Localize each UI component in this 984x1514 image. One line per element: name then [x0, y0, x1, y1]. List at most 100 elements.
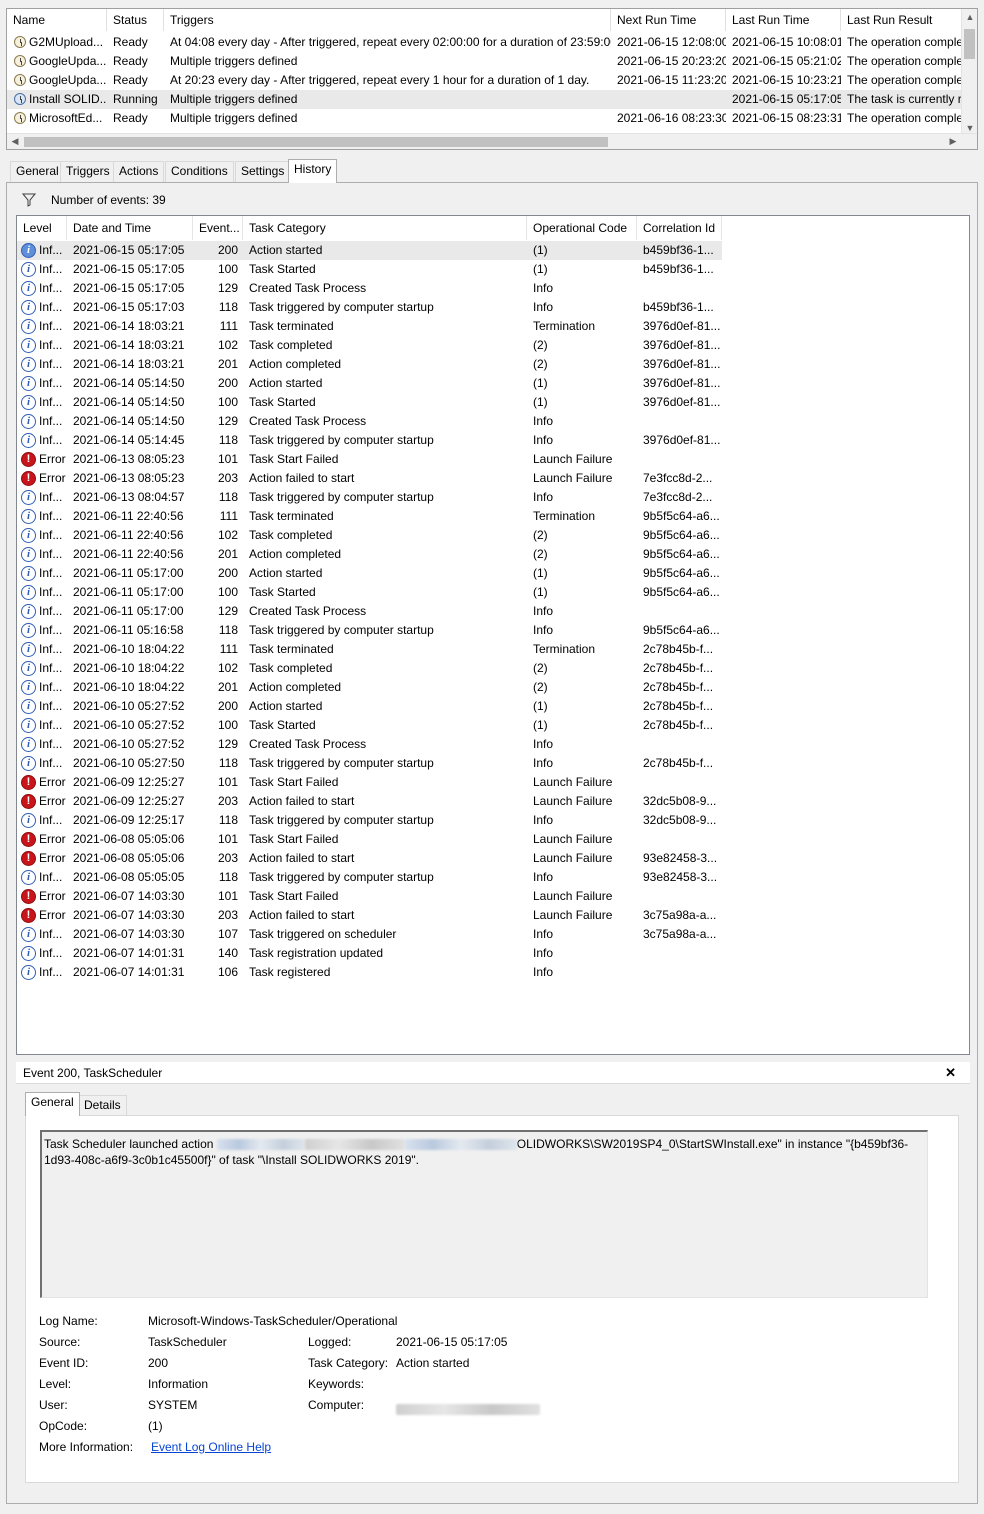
task-list-vertical-scrollbar[interactable]: ▲ ▼ — [961, 9, 977, 135]
info-icon: i — [21, 357, 36, 372]
task-row[interactable]: GoogleUpda... Ready Multiple triggers defi… — [7, 52, 963, 71]
scroll-thumb[interactable] — [964, 29, 975, 59]
column-header-date-and-time[interactable]: Date and Time — [67, 216, 193, 240]
column-header-correlation-id[interactable]: Correlation Id — [637, 216, 722, 240]
detail-tab-general[interactable]: General — [25, 1092, 80, 1116]
log-name-value: Microsoft-Windows-TaskScheduler/Operatio… — [148, 1314, 398, 1328]
user-value: SYSTEM — [148, 1398, 198, 1412]
task-row[interactable]: MicrosoftEd... Ready Multiple triggers def… — [7, 109, 963, 128]
scroll-thumb[interactable] — [24, 137, 608, 147]
column-header-status[interactable]: Status — [107, 9, 164, 31]
tab-general[interactable]: General — [10, 161, 65, 182]
event-id: 203 — [217, 851, 238, 865]
scroll-left-icon[interactable]: ◀ — [7, 134, 23, 148]
tab-settings[interactable]: Settings — [235, 161, 291, 182]
event-row[interactable]: i Inf... 2021-06-10 05:27:50 118 Task trigge… — [17, 754, 722, 773]
column-header-operational-code[interactable]: Operational Code — [527, 216, 637, 240]
event-row[interactable]: i Inf... 2021-06-10 05:27:52 129 Created Tas… — [17, 735, 722, 754]
info-icon: i — [21, 376, 36, 391]
event-row[interactable]: i Inf... 2021-06-11 05:17:00 100 Task Starte… — [17, 583, 722, 602]
event-row[interactable]: i Inf... 2021-06-07 14:03:30 107 Task trigge… — [17, 925, 722, 944]
column-header-last-run-time[interactable]: Last Run Time — [726, 9, 841, 31]
task-status: Ready — [113, 54, 148, 68]
tab-conditions[interactable]: Conditions — [165, 161, 234, 182]
event-row[interactable]: ! Error 2021-06-08 05:05:06 203 Action faile… — [17, 849, 722, 868]
scroll-right-icon[interactable]: ▶ — [945, 134, 961, 148]
event-row[interactable]: i Inf... 2021-06-14 05:14:50 200 Action star… — [17, 374, 722, 393]
event-row[interactable]: i Inf... 2021-06-11 22:40:56 111 Task termin… — [17, 507, 722, 526]
tab-history[interactable]: History — [288, 159, 338, 183]
event-row[interactable]: ! Error 2021-06-08 05:05:06 101 Task Start F… — [17, 830, 722, 849]
column-header-triggers[interactable]: Triggers — [164, 9, 611, 31]
event-id: 129 — [217, 604, 238, 618]
event-row[interactable]: i Inf... 2021-06-10 05:27:52 100 Task Starte… — [17, 716, 722, 735]
column-header-task-category[interactable]: Task Category — [243, 216, 527, 240]
event-row[interactable]: i Inf... 2021-06-14 05:14:50 129 Created Tas… — [17, 412, 722, 431]
close-icon[interactable]: ✕ — [945, 1062, 956, 1084]
column-header-event-id[interactable]: Event... — [193, 216, 243, 240]
filter-icon[interactable] — [22, 193, 36, 207]
event-date-time: 2021-06-08 05:05:06 — [73, 851, 185, 865]
event-row[interactable]: i Inf... 2021-06-14 05:14:50 100 Task Starte… — [17, 393, 722, 412]
column-header-level[interactable]: Level — [17, 216, 67, 240]
event-task-category: Task completed — [249, 661, 333, 675]
event-row[interactable]: i Inf... 2021-06-10 18:04:22 201 Action comp… — [17, 678, 722, 697]
event-detail-titlebar: Event 200, TaskScheduler ✕ — [16, 1062, 970, 1084]
event-description[interactable]: Task Scheduler launched action OLIDWORKS… — [40, 1130, 928, 1298]
event-row[interactable]: i Inf... 2021-06-15 05:17:05 129 Created Tas… — [17, 279, 722, 298]
task-row[interactable]: G2MUpload... Ready At 04:08 every day - Af… — [7, 33, 963, 52]
event-log-online-help-link[interactable]: Event Log Online Help — [151, 1438, 271, 1456]
event-row[interactable]: i Inf... 2021-06-11 05:16:58 118 Task trigge… — [17, 621, 722, 640]
task-row[interactable]: Install SOLID... Running Multiple triggers… — [7, 90, 963, 109]
column-header-last-run-result[interactable]: Last Run Result — [841, 9, 963, 31]
event-row[interactable]: ! Error 2021-06-13 08:05:23 203 Action faile… — [17, 469, 722, 488]
event-row[interactable]: i Inf... 2021-06-14 18:03:21 111 Task termin… — [17, 317, 722, 336]
task-row[interactable]: GoogleUpda... Ready At 20:23 every day - A… — [7, 71, 963, 90]
event-row[interactable]: i Inf... 2021-06-11 05:17:00 129 Created Tas… — [17, 602, 722, 621]
event-row[interactable]: i Inf... 2021-06-11 22:40:56 201 Action comp… — [17, 545, 722, 564]
redacted-computer-name — [396, 1400, 540, 1416]
event-row[interactable]: i Inf... 2021-06-07 14:01:31 140 Task regist… — [17, 944, 722, 963]
event-detail-title: Event 200, TaskScheduler — [23, 1066, 163, 1080]
event-row[interactable]: i Inf... 2021-06-09 12:25:17 118 Task trigge… — [17, 811, 722, 830]
event-row[interactable]: ! Error 2021-06-07 14:03:30 203 Action faile… — [17, 906, 722, 925]
column-header-next-run-time[interactable]: Next Run Time — [611, 9, 726, 31]
column-header-name[interactable]: Name — [7, 9, 107, 31]
event-operational-code: Info — [533, 300, 554, 314]
event-date-time: 2021-06-10 18:04:22 — [73, 680, 185, 694]
event-row[interactable]: i Inf... 2021-06-14 18:03:21 102 Task comple… — [17, 336, 722, 355]
event-row[interactable]: ! Error 2021-06-07 14:03:30 101 Task Start F… — [17, 887, 722, 906]
task-list-horizontal-scrollbar[interactable]: ◀ ▶ — [7, 133, 977, 149]
detail-tab-details[interactable]: Details — [78, 1095, 127, 1116]
event-row[interactable]: i Inf... 2021-06-15 05:17:05 100 Task Starte… — [17, 260, 722, 279]
event-row[interactable]: i Inf... 2021-06-10 18:04:22 111 Task termin… — [17, 640, 722, 659]
tab-actions[interactable]: Actions — [113, 161, 165, 182]
event-row[interactable]: i Inf... 2021-06-10 18:04:22 102 Task comple… — [17, 659, 722, 678]
event-row[interactable]: i Inf... 2021-06-15 05:17:03 118 Task trigge… — [17, 298, 722, 317]
scroll-up-icon[interactable]: ▲ — [962, 10, 977, 24]
event-row[interactable]: i Inf... 2021-06-11 22:40:56 102 Task comple… — [17, 526, 722, 545]
event-date-time: 2021-06-14 18:03:21 — [73, 319, 185, 333]
tab-triggers[interactable]: Triggers — [60, 161, 116, 182]
event-date-time: 2021-06-13 08:05:23 — [73, 452, 185, 466]
event-row[interactable]: i Inf... 2021-06-15 05:17:05 200 Action star… — [17, 241, 722, 260]
event-date-time: 2021-06-15 05:17:05 — [73, 243, 185, 257]
event-row[interactable]: i Inf... 2021-06-11 05:17:00 200 Action star… — [17, 564, 722, 583]
event-correlation-id — [643, 963, 722, 982]
event-row[interactable]: i Inf... 2021-06-13 08:04:57 118 Task trigge… — [17, 488, 722, 507]
event-row[interactable]: ! Error 2021-06-09 12:25:27 101 Task Start F… — [17, 773, 722, 792]
event-row[interactable]: i Inf... 2021-06-07 14:01:31 106 Task regist… — [17, 963, 722, 982]
task-next-run-time: 2021-06-15 11:23:20 — [617, 73, 726, 87]
event-level: Inf... — [39, 661, 63, 675]
event-row[interactable]: i Inf... 2021-06-10 05:27:52 200 Action star… — [17, 697, 722, 716]
task-triggers: At 04:08 every day - After triggered, re… — [170, 35, 611, 49]
event-row[interactable]: i Inf... 2021-06-14 05:14:45 118 Task trigge… — [17, 431, 722, 450]
event-row[interactable]: i Inf... 2021-06-08 05:05:05 118 Task trigge… — [17, 868, 722, 887]
event-row[interactable]: ! Error 2021-06-09 12:25:27 203 Action faile… — [17, 792, 722, 811]
event-task-category: Task triggered by computer startup — [249, 300, 434, 314]
event-row[interactable]: ! Error 2021-06-13 08:05:23 101 Task Start F… — [17, 450, 722, 469]
event-level: Error — [39, 889, 66, 903]
event-date-time: 2021-06-15 05:17:05 — [73, 262, 185, 276]
event-row[interactable]: i Inf... 2021-06-14 18:03:21 201 Action comp… — [17, 355, 722, 374]
event-task-category: Action started — [249, 376, 323, 390]
